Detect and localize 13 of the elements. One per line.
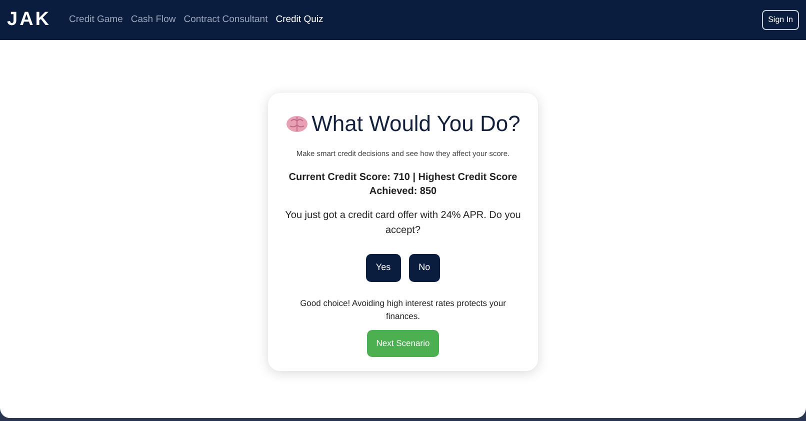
answer-button[interactable]: No	[408, 254, 440, 282]
nav-link[interactable]: Credit Quiz	[276, 12, 324, 28]
feedback-text: Good choice! Avoiding high interest rates protects your finances.	[299, 296, 507, 322]
answer-button[interactable]: Yes	[366, 254, 401, 282]
score-text: Current Credit Score: 710 | Highest Credit Score Achieved: 850	[288, 171, 518, 200]
nav-link[interactable]: Credit Game	[69, 12, 123, 28]
brain-icon	[286, 114, 308, 132]
nav-link[interactable]: Cash Flow	[130, 12, 176, 28]
brand-logo[interactable]: JAK	[7, 6, 52, 34]
quiz-title: What Would You Do?	[312, 110, 520, 138]
nav-link[interactable]: Contract Consultant	[184, 12, 268, 28]
question-text: You just got a credit card offer with 24% APR. Do you accept?	[284, 209, 522, 238]
sign-in-button[interactable]: Sign In	[762, 10, 799, 30]
